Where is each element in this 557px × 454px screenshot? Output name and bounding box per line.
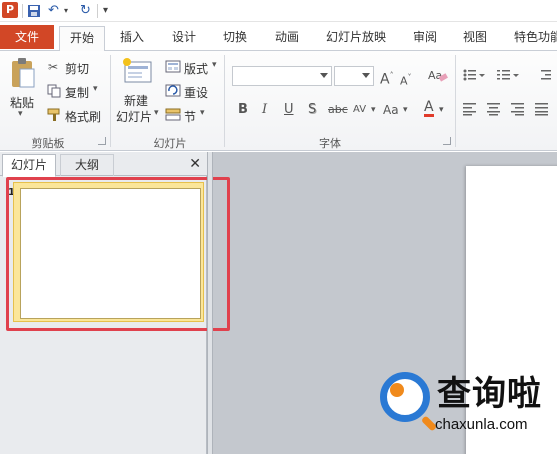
slides-group-label: 幻灯片 (153, 137, 187, 150)
group-divider (224, 55, 225, 147)
strikethrough-button[interactable]: abc (328, 102, 348, 118)
scissors-icon: ✂ (48, 60, 59, 74)
watermark-url: chaxunla.com (435, 416, 528, 433)
copy-dropdown-icon[interactable]: ▾ (93, 84, 98, 94)
character-spacing-button[interactable]: AV (353, 102, 366, 118)
tab-slideshow[interactable]: 幻灯片放映 (318, 26, 394, 51)
shrink-font-icon[interactable]: A˅ (400, 70, 412, 90)
grow-font-icon[interactable]: A˄ (380, 68, 394, 88)
italic-button[interactable]: I (262, 102, 267, 118)
tab-transitions[interactable]: 切换 (215, 26, 255, 51)
chevron-down-icon[interactable]: ▾ (403, 102, 408, 118)
clear-formatting-icon[interactable]: Aa (427, 66, 449, 84)
chevron-down-icon[interactable]: ▾ (439, 102, 444, 118)
toolbar-divider (97, 4, 98, 18)
annotation-highlight-box (6, 177, 230, 331)
layout-button[interactable]: 版式 (184, 60, 208, 77)
tab-insert[interactable]: 插入 (112, 26, 152, 51)
svg-text:Aa: Aa (428, 69, 442, 82)
ribbon-tab-row: 文件 开始 插入 设计 切换 动画 幻灯片放映 审阅 视图 特色功能 (0, 22, 557, 52)
redo-icon[interactable]: ↻ (80, 3, 91, 19)
tab-design[interactable]: 设计 (164, 26, 204, 51)
watermark-logo-icon (380, 372, 430, 422)
new-slide-icon[interactable] (122, 57, 154, 85)
font-size-combo[interactable] (334, 66, 374, 86)
chevron-down-icon[interactable]: ▾ (371, 102, 376, 118)
copy-button[interactable]: 复制 (65, 84, 89, 101)
quick-access-toolbar: P ↶ ▾ ↻ ▾ (0, 0, 557, 22)
tab-slides[interactable]: 幻灯片 (2, 154, 56, 177)
font-name-combo[interactable] (232, 66, 332, 86)
watermark-title: 查询啦 (437, 374, 542, 414)
chevron-down-icon[interactable] (362, 73, 370, 78)
group-divider (455, 55, 456, 147)
new-slide-dropdown-icon[interactable]: ▾ (154, 108, 159, 118)
paste-dropdown-icon[interactable]: ▾ (18, 109, 23, 119)
text-shadow-button[interactable]: S (308, 102, 316, 118)
numbering-icon (497, 70, 519, 80)
customize-toolbar-icon[interactable]: ▾ (103, 3, 108, 19)
cut-button[interactable]: 剪切 (65, 60, 89, 77)
tab-view[interactable]: 视图 (455, 26, 495, 51)
watermark: 查询啦 chaxunla.com (375, 372, 557, 454)
bold-button[interactable]: B (238, 102, 248, 118)
align-center-icon (487, 103, 500, 116)
tab-review[interactable]: 审阅 (405, 26, 445, 51)
layout-dropdown-icon[interactable]: ▾ (212, 60, 217, 70)
indent-icon (541, 70, 551, 80)
undo-icon[interactable]: ↶ (48, 3, 59, 19)
copy-icon (47, 84, 61, 98)
font-color-button[interactable]: A (424, 100, 434, 117)
align-right-icon (511, 103, 524, 116)
list-buttons (463, 69, 551, 81)
font-launcher-icon[interactable] (443, 137, 451, 145)
change-case-button[interactable]: Aa (383, 102, 399, 118)
tab-animations[interactable]: 动画 (267, 26, 307, 51)
paste-icon[interactable] (10, 57, 36, 91)
reset-button[interactable]: 重设 (184, 84, 208, 101)
ribbon-home: 粘贴 ▾ ✂ 剪切 复制 ▾ 格式刷 剪贴板 新建 幻灯片 ▾ 版式 ▾ 重设 … (0, 51, 557, 151)
toolbar-divider (22, 4, 23, 18)
section-dropdown-icon[interactable]: ▾ (200, 108, 205, 118)
tab-file[interactable]: 文件 (0, 25, 54, 49)
clipboard-group-label: 剪贴板 (31, 137, 65, 150)
justify-icon (535, 103, 548, 116)
new-slide-button-line2[interactable]: 幻灯片 (116, 108, 152, 125)
undo-dropdown-icon[interactable]: ▾ (64, 3, 68, 19)
font-group-label: 字体 (319, 137, 341, 150)
align-left-icon (463, 103, 476, 116)
format-painter-icon (47, 108, 60, 121)
group-divider (110, 55, 111, 147)
reset-icon (165, 84, 181, 97)
panel-tab-row: 幻灯片 大纲 ✕ (0, 152, 207, 177)
save-icon[interactable] (27, 3, 41, 19)
close-icon[interactable]: ✕ (189, 156, 201, 172)
bullets-icon (463, 69, 485, 81)
pane-splitter[interactable] (207, 152, 213, 454)
watermark-logo-dot (390, 383, 404, 397)
clipboard-launcher-icon[interactable] (98, 137, 106, 145)
underline-button[interactable]: U (284, 102, 294, 118)
tab-outline[interactable]: 大纲 (60, 154, 114, 176)
section-icon (165, 108, 181, 121)
alignment-buttons (463, 103, 548, 116)
chevron-down-icon[interactable] (320, 73, 328, 78)
format-painter-button[interactable]: 格式刷 (65, 108, 101, 125)
new-slide-button[interactable]: 新建 (124, 92, 148, 109)
powerpoint-logo-icon[interactable]: P (2, 2, 18, 18)
tab-special-features[interactable]: 特色功能 (508, 26, 557, 51)
section-button[interactable]: 节 (184, 108, 196, 125)
tab-home[interactable]: 开始 (59, 26, 105, 52)
layout-icon (165, 60, 181, 73)
